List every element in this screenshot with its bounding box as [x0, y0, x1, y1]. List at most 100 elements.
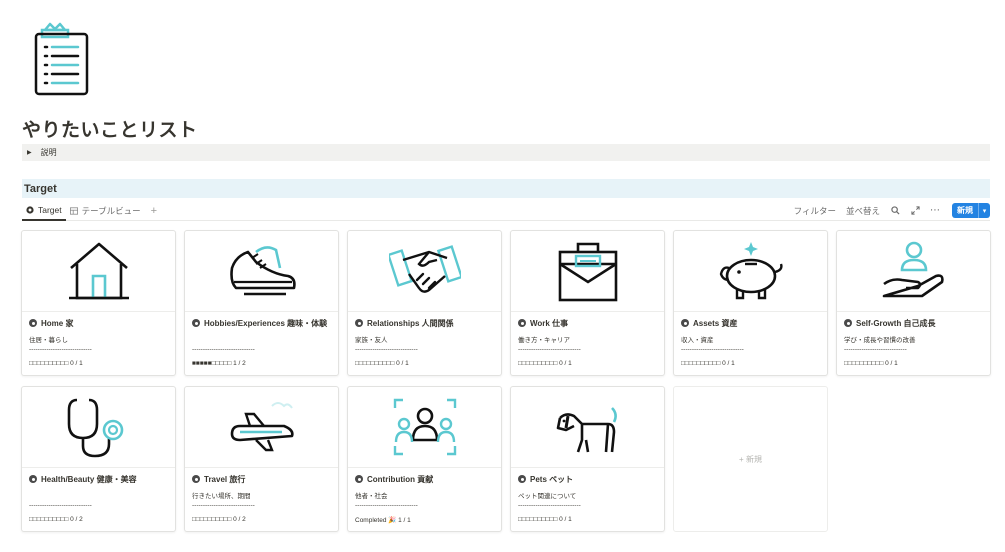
table-icon: [69, 206, 78, 215]
card-title: Assets 資産: [681, 317, 820, 329]
card-separator: -----------------------------: [518, 502, 581, 509]
card-progress: □□□□□□□□□□ 0 / 1: [355, 360, 409, 367]
sneaker-icon: [229, 246, 296, 296]
gallery-icon: [26, 205, 34, 214]
more-icon[interactable]: ⋯: [930, 205, 940, 216]
expand-icon[interactable]: [910, 206, 920, 216]
page-title[interactable]: やりたいことリスト: [22, 115, 198, 142]
card-progress: Completed 🎉 1 / 1: [355, 517, 411, 524]
card-description: 家族・友人: [355, 337, 388, 344]
tab-label: Target: [38, 204, 62, 215]
card-progress: □□□□□□□□□□ 0 / 2: [29, 516, 83, 523]
card-relationships[interactable]: Relationships 人間関係 家族・友人 ---------------…: [347, 230, 502, 376]
description-toggle[interactable]: ▶ 説明: [22, 144, 990, 161]
piggy-bank-icon: [719, 242, 783, 300]
card-description: 住居・暮らし: [29, 337, 68, 344]
card-cover: [674, 231, 827, 312]
new-button[interactable]: 新規 ▾: [952, 203, 990, 218]
card-description: 働き方・キャリア: [518, 337, 570, 344]
card-description: ペット関連について: [518, 493, 577, 500]
card-cover: [511, 231, 664, 312]
card-separator: -----------------------------: [681, 346, 744, 353]
page-icon: [29, 475, 37, 483]
page-icon: [192, 319, 200, 327]
card-separator: -----------------------------: [192, 502, 255, 509]
card-description: 行きたい場所、期間: [192, 493, 251, 500]
card-title: Contribution 貢献: [355, 473, 494, 485]
card-description: 収入・資産: [681, 337, 714, 344]
card-title: Pets ペット: [518, 473, 657, 485]
view-bar: Target テーブルビュー + フィルター 並べ替え ⋯ 新規 ▾: [22, 201, 990, 221]
card-title: Relationships 人間関係: [355, 317, 494, 329]
section-heading: Target: [22, 179, 990, 198]
page-icon: [355, 475, 363, 483]
card-progress: □□□□□□□□□□ 0 / 1: [681, 360, 735, 367]
chevron-down-icon[interactable]: ▾: [978, 203, 990, 218]
toggle-label: 説明: [40, 148, 57, 157]
card-separator: -----------------------------: [192, 346, 255, 353]
card-separator: -----------------------------: [844, 346, 907, 353]
group-people-icon: [393, 398, 456, 456]
sort-button[interactable]: 並べ替え: [846, 205, 880, 217]
clipboard-list-crown-icon: [34, 22, 89, 96]
tab-label: テーブルビュー: [81, 205, 141, 216]
add-card-button[interactable]: + 新規: [673, 386, 828, 532]
page-icon: [518, 475, 526, 483]
card-cover: [22, 387, 175, 468]
house-icon: [68, 242, 129, 300]
handshake-icon: [388, 245, 461, 293]
card-separator: -----------------------------: [518, 346, 581, 353]
card-assets[interactable]: Assets 資産 収入・資産 ------------------------…: [673, 230, 828, 376]
card-title: Hobbies/Experiences 趣味・体験: [192, 317, 331, 329]
stethoscope-icon: [67, 398, 123, 458]
card-progress: □□□□□□□□□□ 0 / 1: [518, 516, 572, 523]
card-title: Travel 旅行: [192, 473, 331, 485]
card-description: [192, 334, 331, 343]
card-progress: □□□□□□□□□□ 0 / 1: [29, 360, 83, 367]
card-description: 他者・社会: [355, 493, 388, 500]
dog-icon: [556, 407, 617, 453]
page-icon: [518, 319, 526, 327]
card-cover: [511, 387, 664, 468]
page-icon: [681, 319, 689, 327]
card-home[interactable]: Home 家 住居・暮らし --------------------------…: [21, 230, 176, 376]
card-description: [29, 490, 168, 499]
card-self-growth[interactable]: Self-Growth 自己成長 学び・成長や習慣の改善 -----------…: [836, 230, 991, 376]
card-separator: -----------------------------: [355, 502, 418, 509]
card-description: 学び・成長や習慣の改善: [844, 337, 916, 344]
hand-person-icon: [882, 241, 944, 298]
card-cover: [185, 231, 338, 312]
card-hobbies[interactable]: Hobbies/Experiences 趣味・体験 --------------…: [184, 230, 339, 376]
tab-target[interactable]: Target: [22, 201, 66, 221]
airplane-icon: [230, 402, 294, 452]
card-title: Self-Growth 自己成長: [844, 317, 983, 329]
page-icon: [192, 475, 200, 483]
briefcase-icon: [558, 242, 617, 302]
filter-button[interactable]: フィルター: [794, 205, 836, 217]
card-progress: □□□□□□□□□□ 0 / 1: [518, 360, 572, 367]
card-separator: -----------------------------: [355, 346, 418, 353]
card-cover: [348, 231, 501, 312]
card-title: Health/Beauty 健康・美容: [29, 473, 168, 485]
toggle-arrow-icon[interactable]: ▶: [27, 149, 32, 156]
card-travel[interactable]: Travel 旅行 行きたい場所、期間 --------------------…: [184, 386, 339, 532]
page-icon: [844, 319, 852, 327]
card-cover: [837, 231, 990, 312]
search-icon[interactable]: [890, 206, 900, 216]
card-cover: [22, 231, 175, 312]
card-contribution[interactable]: Contribution 貢献 他者・社会 ------------------…: [347, 386, 502, 532]
card-separator: -----------------------------: [29, 346, 92, 353]
card-work[interactable]: Work 仕事 働き方・キャリア -----------------------…: [510, 230, 665, 376]
tab-table-view[interactable]: テーブルビュー: [66, 201, 145, 221]
add-view-button[interactable]: +: [151, 205, 157, 217]
card-pets[interactable]: Pets ペット ペット関連について ---------------------…: [510, 386, 665, 532]
card-progress: □□□□□□□□□□ 0 / 1: [844, 360, 898, 367]
card-cover: [185, 387, 338, 468]
card-health-beauty[interactable]: Health/Beauty 健康・美容 --------------------…: [21, 386, 176, 532]
card-separator: -----------------------------: [29, 502, 92, 509]
page-icon: [29, 319, 37, 327]
card-progress: ■■■■■□□□□□ 1 / 2: [192, 360, 246, 367]
card-progress: □□□□□□□□□□ 0 / 2: [192, 516, 246, 523]
card-title: Work 仕事: [518, 317, 657, 329]
card-cover: [348, 387, 501, 468]
